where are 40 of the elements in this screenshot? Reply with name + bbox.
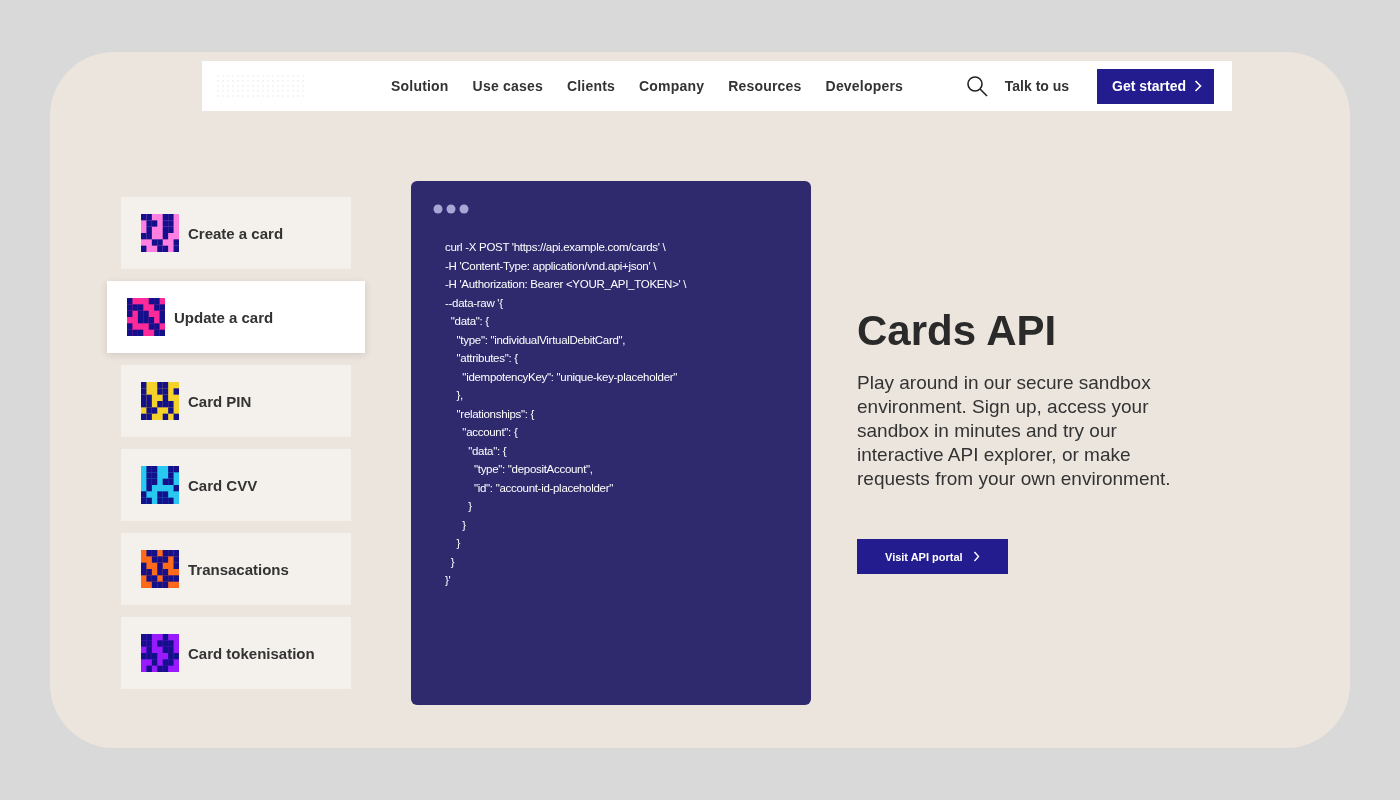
menu-item[interactable]: Transacations xyxy=(121,533,351,605)
menu-item[interactable]: Card tokenisation xyxy=(121,617,351,689)
nav-link[interactable]: Developers xyxy=(825,78,904,94)
hero-title: Cards API xyxy=(857,307,1058,355)
code-line: } xyxy=(455,536,462,551)
code-line: curl -X POST 'https://api.example.com/cards' \ xyxy=(445,240,667,255)
menu-item[interactable]: Create a card xyxy=(121,197,351,269)
menu-item[interactable]: Card PIN xyxy=(121,365,351,437)
code-line: "idempotencyKey": "unique-key-placeholder" xyxy=(461,369,679,385)
code-line: "attributes": { xyxy=(455,351,519,366)
search-icon[interactable] xyxy=(965,75,988,97)
code-line: -H 'Content-Type: application/vnd.api+json' \ xyxy=(445,258,658,274)
code-line: "type": "depositAccount", xyxy=(472,462,594,477)
code-line: "account": { xyxy=(461,425,519,440)
code-line: "type": "individualVirtualDebitCard", xyxy=(455,332,627,348)
nav-link[interactable]: Use cases xyxy=(472,78,543,94)
chevron-icon xyxy=(972,551,980,562)
get-started-button[interactable]: Get started xyxy=(1097,68,1214,104)
code-line: "relationships": { xyxy=(455,406,536,422)
window-dots-icon xyxy=(433,204,471,214)
code-line: "id": "account-id-placeholder" xyxy=(472,480,614,496)
menu-item[interactable]: Card CVV xyxy=(121,449,351,521)
nav-link[interactable]: Company xyxy=(639,78,705,94)
nav-link[interactable]: Solution xyxy=(391,78,449,94)
nav-link[interactable]: Clients xyxy=(566,78,615,94)
api-portal-button[interactable]: Visit API portal xyxy=(857,539,1008,574)
talk-link[interactable]: Talk to us xyxy=(1004,78,1070,94)
code-line: }' xyxy=(445,573,452,588)
hero-text: Play around in our secure sandbox environment. Sign up, access your sandbox in minutes and try our interactive API explorer, or make requests from your own environment. xyxy=(857,371,1172,491)
code-line: } xyxy=(467,499,473,514)
code-line: } xyxy=(449,554,456,570)
code-line: --data-raw '{ xyxy=(445,295,504,311)
code-line: }, xyxy=(455,388,465,403)
menu-item[interactable]: Update a card xyxy=(107,281,365,353)
nav-link[interactable]: Resources xyxy=(728,78,802,94)
code-line: -H 'Authorization: Bearer <YOUR_API_TOKEN>' \ xyxy=(445,277,688,292)
code-line: "data": { xyxy=(467,443,508,459)
chevron-icon xyxy=(1194,80,1202,92)
code-line: } xyxy=(461,517,467,533)
code-line: "data": { xyxy=(449,314,490,329)
